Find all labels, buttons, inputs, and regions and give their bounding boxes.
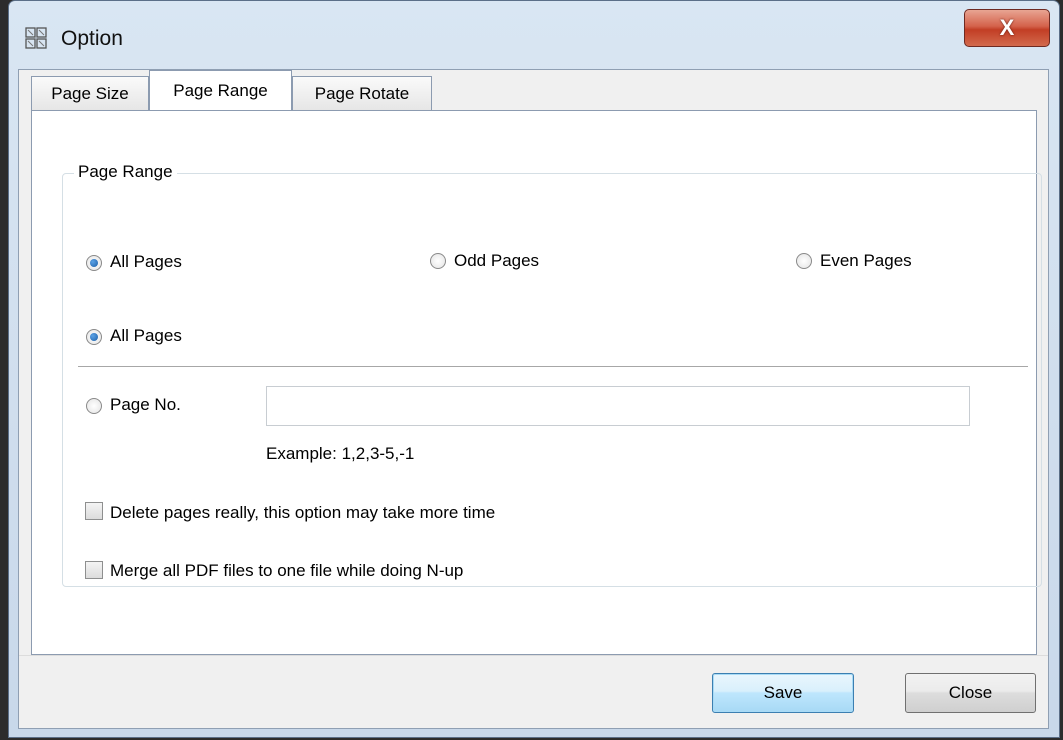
odd-pages-label[interactable]: Odd Pages <box>454 251 539 271</box>
group-separator <box>78 366 1028 367</box>
groupbox-title: Page Range <box>74 162 177 182</box>
tab-label: Page Rotate <box>314 83 410 103</box>
even-pages-label[interactable]: Even Pages <box>820 251 912 271</box>
window-title: Option <box>61 27 123 50</box>
option-dialog: Option X Page Size Page Range Page Rotat… <box>8 0 1060 738</box>
tab-label: Page Range <box>173 80 268 100</box>
all-pages-scope-label[interactable]: All Pages <box>110 326 182 346</box>
app-grid-icon <box>25 27 47 49</box>
checkbox-merge-pdf[interactable] <box>85 561 103 579</box>
close-button-label: Close <box>948 683 993 702</box>
footer-divider <box>19 655 1048 656</box>
radio-even-pages[interactable] <box>796 253 812 269</box>
checkbox-delete-pages[interactable] <box>85 502 103 520</box>
tab-page-size[interactable]: Page Size <box>31 76 149 110</box>
dialog-client-area: Page Size Page Range Page Rotate Page Ra… <box>18 69 1049 729</box>
radio-page-no[interactable] <box>86 398 102 414</box>
delete-pages-label[interactable]: Delete pages really, this option may tak… <box>110 503 495 523</box>
tab-label: Page Size <box>51 83 129 103</box>
window-close-button[interactable]: X <box>964 9 1050 47</box>
save-button-label: Save <box>763 683 803 702</box>
save-button[interactable]: Save <box>712 673 854 713</box>
merge-pdf-label[interactable]: Merge all PDF files to one file while do… <box>110 561 463 581</box>
close-icon: X <box>999 15 1015 40</box>
radio-all-pages-filter[interactable] <box>86 255 102 271</box>
radio-all-pages-scope[interactable] <box>86 329 102 345</box>
close-button[interactable]: Close <box>905 673 1036 713</box>
tab-page-range[interactable]: Page Range <box>149 70 292 110</box>
example-hint: Example: 1,2,3-5,-1 <box>266 444 415 463</box>
page-no-label[interactable]: Page No. <box>110 395 181 415</box>
tab-page-rotate[interactable]: Page Rotate <box>292 76 432 110</box>
page-no-input[interactable] <box>266 386 970 426</box>
radio-odd-pages[interactable] <box>430 253 446 269</box>
all-pages-filter-label[interactable]: All Pages <box>110 252 182 272</box>
tab-panel-page-range: Page Range All Pages Odd Pages Even Page… <box>31 110 1042 655</box>
page-range-groupbox <box>62 173 1042 587</box>
